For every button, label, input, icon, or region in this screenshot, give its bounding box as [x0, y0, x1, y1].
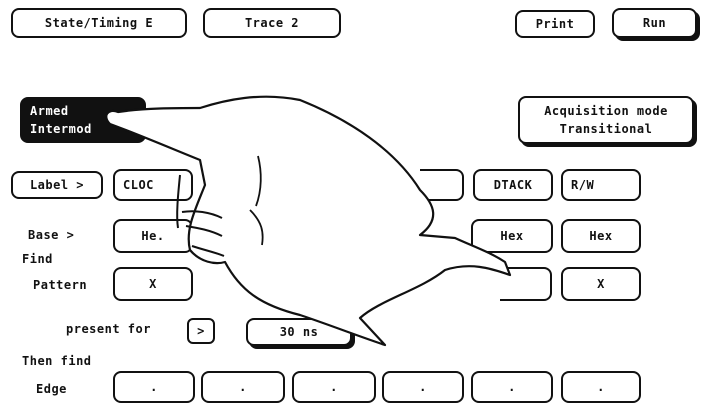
armed-line1: Armed: [30, 104, 69, 118]
duration-field[interactable]: 30 ns: [246, 318, 352, 346]
present-for-arrow-button[interactable]: >: [187, 318, 215, 344]
base-field-1[interactable]: He.: [113, 219, 193, 253]
then-find-label: Then find: [22, 354, 92, 368]
pointing-hand-icon: [105, 95, 512, 347]
label-button[interactable]: Label >: [11, 171, 103, 199]
edge-field-6[interactable]: .: [561, 371, 641, 403]
armed-button[interactable]: Armed Intermod: [20, 97, 146, 143]
label-field-hidden[interactable]: [420, 169, 464, 201]
acquisition-mode-button[interactable]: Acquisition mode Transitional: [518, 96, 694, 144]
acquisition-line2: Transitional: [559, 122, 653, 136]
present-for-label: present for: [66, 322, 151, 336]
pattern-field-2[interactable]: X: [561, 267, 641, 301]
edge-field-3[interactable]: .: [292, 371, 376, 403]
pattern-label: Pattern: [33, 278, 88, 292]
find-label: Find: [22, 252, 53, 266]
acquisition-line1: Acquisition mode: [544, 104, 668, 118]
edge-field-1[interactable]: .: [113, 371, 195, 403]
trace-button[interactable]: Trace 2: [203, 8, 341, 38]
state-timing-button[interactable]: State/Timing E: [11, 8, 187, 38]
edge-field-4[interactable]: .: [382, 371, 464, 403]
armed-line2: Intermod: [30, 122, 92, 136]
run-button[interactable]: Run: [612, 8, 697, 38]
base-label[interactable]: Base >: [28, 228, 74, 242]
print-button[interactable]: Print: [515, 10, 595, 38]
base-field-hex-2[interactable]: Hex: [561, 219, 641, 253]
edge-field-5[interactable]: .: [471, 371, 553, 403]
pattern-field-1[interactable]: X: [113, 267, 193, 301]
label-field-cloc[interactable]: CLOC: [113, 169, 193, 201]
pattern-field-hidden[interactable]: [500, 267, 552, 301]
label-field-dtack[interactable]: DTACK: [473, 169, 553, 201]
edge-field-2[interactable]: .: [201, 371, 285, 403]
label-field-rw[interactable]: R/W: [561, 169, 641, 201]
edge-label: Edge: [36, 382, 67, 396]
base-field-hex-1[interactable]: Hex: [471, 219, 553, 253]
